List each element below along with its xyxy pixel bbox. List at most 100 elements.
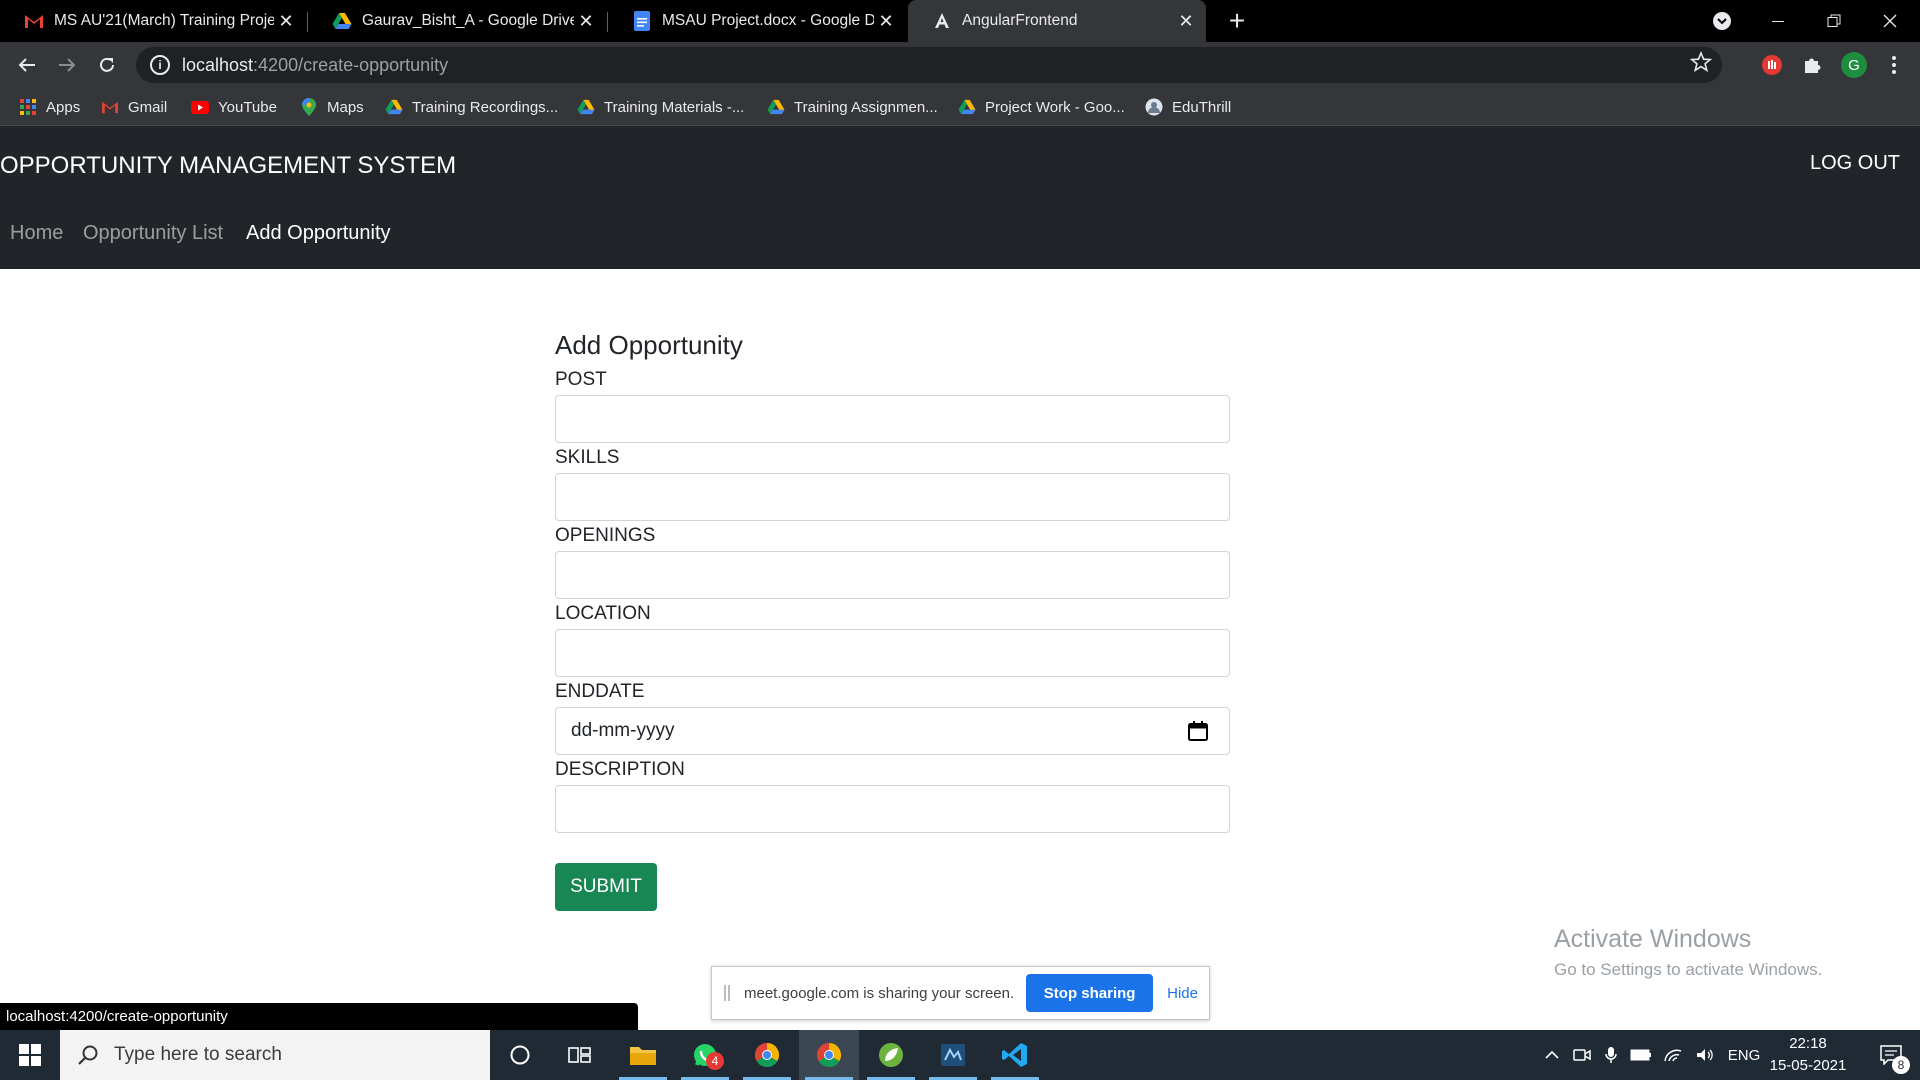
bookmark-training-assignments[interactable]: Training Assignmen...: [767, 97, 938, 117]
extensions-puzzle-icon[interactable]: [1800, 53, 1824, 77]
forward-button[interactable]: [51, 49, 83, 81]
browser-tab-strip: MS AU'21(March) Training Projec ✕ Gaurav…: [0, 0, 1920, 42]
apps-grid-icon: [19, 98, 37, 116]
restore-icon: [1827, 14, 1841, 27]
taskbar-vscode[interactable]: [985, 1030, 1045, 1080]
tray-wifi[interactable]: [1658, 1030, 1688, 1080]
site-info-icon[interactable]: i: [150, 55, 170, 75]
openings-input[interactable]: [555, 551, 1230, 599]
browser-menu-icon[interactable]: [1882, 53, 1906, 77]
google-drive-icon: [767, 98, 785, 116]
browser-tab-drive[interactable]: Gaurav_Bisht_A - Google Drive ✕: [308, 0, 606, 42]
back-button[interactable]: [11, 49, 43, 81]
post-input[interactable]: [555, 395, 1230, 443]
tab-search-button[interactable]: [1694, 0, 1750, 42]
task-view-button[interactable]: [550, 1030, 610, 1080]
skills-input[interactable]: [555, 473, 1230, 521]
description-input[interactable]: [555, 785, 1230, 833]
bookmark-youtube[interactable]: YouTube: [191, 97, 277, 117]
nav-add-opportunity[interactable]: Add Opportunity: [246, 222, 391, 245]
battery-icon: [1630, 1049, 1651, 1061]
enddate-label: ENDDATE: [555, 681, 645, 702]
arrow-right-icon: [59, 58, 76, 72]
tray-meet-icon[interactable]: [1568, 1030, 1596, 1080]
bookmark-gmail[interactable]: Gmail: [101, 97, 167, 117]
start-button[interactable]: [0, 1030, 60, 1080]
cortana-button[interactable]: [490, 1030, 550, 1080]
close-icon[interactable]: ✕: [574, 9, 598, 33]
submit-button[interactable]: SUBMIT: [555, 863, 657, 911]
browser-tab-angular[interactable]: AngularFrontend ✕: [908, 0, 1206, 42]
microphone-icon: [1605, 1047, 1617, 1063]
tab-title: Gaurav_Bisht_A - Google Drive: [362, 12, 574, 29]
nav-home[interactable]: Home: [10, 222, 63, 245]
bookmark-label: Gmail: [128, 98, 168, 116]
url-host: localhost: [182, 54, 254, 75]
stop-sharing-button[interactable]: Stop sharing: [1026, 974, 1154, 1012]
page-title: Add Opportunity: [555, 330, 743, 360]
calendar-icon[interactable]: [1187, 720, 1209, 742]
chrome-icon: [754, 1043, 780, 1068]
bookmark-maps[interactable]: Maps: [300, 97, 364, 117]
drag-handle-icon[interactable]: [724, 985, 730, 1001]
hide-button[interactable]: Hide: [1167, 985, 1198, 1002]
share-message: meet.google.com is sharing your screen.: [744, 984, 1015, 1002]
restore-button[interactable]: [1806, 0, 1862, 42]
new-tab-button[interactable]: +: [1221, 5, 1253, 37]
window-close-button[interactable]: [1862, 0, 1918, 42]
bookmark-label: Training Assignmen...: [794, 98, 938, 116]
bookmark-label: EduThrill: [1172, 98, 1232, 116]
taskbar-search-placeholder: Type here to search: [114, 1044, 282, 1065]
cortana-icon: [510, 1045, 530, 1065]
close-icon[interactable]: ✕: [874, 9, 898, 33]
enddate-input[interactable]: dd-mm-yyyy: [555, 707, 1230, 755]
taskbar-chrome-2[interactable]: [799, 1030, 859, 1080]
bookmark-star-icon[interactable]: [1689, 50, 1713, 80]
enddate-placeholder: dd-mm-yyyy: [571, 720, 675, 741]
close-icon[interactable]: ✕: [274, 9, 298, 33]
angular-icon: [932, 11, 952, 31]
taskbar-mysql-workbench[interactable]: [923, 1030, 983, 1080]
location-input[interactable]: [555, 629, 1230, 677]
google-drive-icon: [332, 11, 352, 31]
bookmark-apps[interactable]: Apps: [19, 97, 80, 117]
google-drive-icon: [577, 98, 595, 116]
taskbar-search[interactable]: Type here to search: [60, 1030, 490, 1080]
tray-overflow-button[interactable]: [1538, 1030, 1566, 1080]
bookmark-training-recordings[interactable]: Training Recordings...: [385, 97, 558, 117]
browser-tab-gmail[interactable]: MS AU'21(March) Training Projec ✕: [0, 0, 306, 42]
taskbar-file-explorer[interactable]: [613, 1030, 673, 1080]
logout-button[interactable]: LOG OUT: [1810, 152, 1900, 175]
reload-button[interactable]: [91, 49, 123, 81]
tray-language[interactable]: ENG: [1722, 1030, 1766, 1080]
tray-battery[interactable]: [1626, 1030, 1656, 1080]
address-bar[interactable]: i localhost :4200/create-opportunity: [136, 47, 1722, 83]
minimize-button[interactable]: [1750, 0, 1806, 42]
browser-tab-docs[interactable]: MSAU Project.docx - Google Doc ✕: [608, 0, 906, 42]
taskbar-whatsapp[interactable]: 4: [675, 1030, 735, 1080]
taskbar-clock[interactable]: 22:18 15-05-2021: [1766, 1030, 1850, 1080]
profile-avatar[interactable]: G: [1840, 51, 1868, 79]
tray-microphone[interactable]: [1598, 1030, 1624, 1080]
taskbar-chrome-1[interactable]: [737, 1030, 797, 1080]
speaker-icon: [1697, 1049, 1713, 1061]
bookmark-training-materials[interactable]: Training Materials -...: [577, 97, 744, 117]
bookmark-project-work[interactable]: Project Work - Goo...: [958, 97, 1125, 117]
browser-toolbar: i localhost :4200/create-opportunity G: [0, 42, 1920, 88]
tray-volume[interactable]: [1690, 1030, 1720, 1080]
gmail-icon: [24, 11, 44, 31]
nav-opportunity-list[interactable]: Opportunity List: [83, 222, 223, 245]
bookmark-label: Project Work - Goo...: [985, 98, 1125, 116]
extension-adblock-icon[interactable]: [1760, 53, 1784, 77]
windows-logo-icon: [19, 1044, 41, 1066]
spring-leaf-icon: [879, 1043, 903, 1067]
taskbar-spring-tool[interactable]: [861, 1030, 921, 1080]
openings-label: OPENINGS: [555, 525, 656, 546]
eduthrill-icon: [1145, 98, 1163, 116]
chevron-down-icon: [1713, 12, 1731, 30]
activate-windows-watermark: Activate Windows Go to Settings to activ…: [1554, 925, 1822, 980]
close-icon[interactable]: ✕: [1174, 9, 1198, 33]
app-brand[interactable]: OPPORTUNITY MANAGEMENT SYSTEM: [0, 152, 456, 180]
notification-center-button[interactable]: 8: [1862, 1030, 1920, 1080]
bookmark-eduthrill[interactable]: EduThrill: [1145, 97, 1231, 117]
